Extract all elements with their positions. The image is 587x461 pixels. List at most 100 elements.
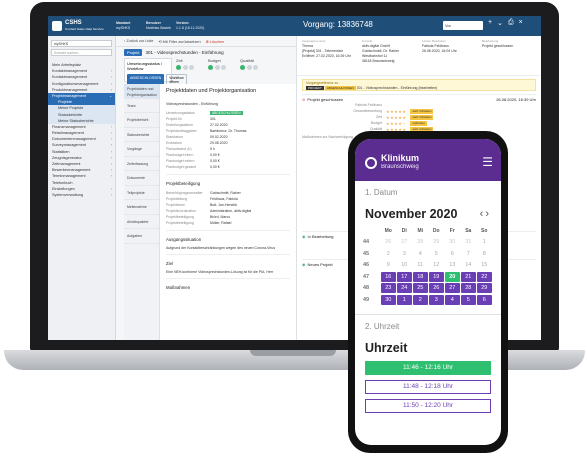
tab-projektbericht[interactable]: Projektbericht xyxy=(124,113,159,128)
calendar-day[interactable]: 19 xyxy=(429,271,444,282)
delete-button[interactable]: ⊗ Löschen xyxy=(206,39,225,44)
calendar-day[interactable]: 24 xyxy=(397,283,412,294)
calendar-day[interactable]: 21 xyxy=(461,271,476,282)
weekday-label: Sa xyxy=(465,227,472,234)
calendar-day: 8 xyxy=(482,250,486,257)
activity-author: Fabiola Feldhaus xyxy=(355,103,382,107)
laptop-notch xyxy=(250,350,336,356)
calendar-day-selected[interactable]: 20 xyxy=(445,271,460,282)
reset-filter-button[interactable]: ⟲ Mit Filter zurücksetzen xyxy=(158,39,200,44)
calendar-day[interactable]: 30 xyxy=(381,294,396,305)
calendar-day[interactable]: 22 xyxy=(477,271,492,282)
sidebar-item-system[interactable]: Systemverwaltung › xyxy=(48,192,115,198)
calendar-day[interactable]: 23 xyxy=(381,283,396,294)
time-title: Uhrzeit xyxy=(365,340,408,355)
mandant-info: Mandant mySHKS xyxy=(116,21,131,30)
tab-vorgaenge[interactable]: Vorgänge xyxy=(124,142,159,157)
chevron-down-icon[interactable]: ⌄ xyxy=(497,19,503,27)
calendar-grid: Mo Di Mi Do Fr Sa So 44 26 27 28 29 30 31 1 45 2 3 4 5 6 7 8 46… xyxy=(355,225,501,306)
weekday-label: Mo xyxy=(384,227,392,234)
calendar-day[interactable]: 16 xyxy=(381,271,396,282)
sidebar: mySHKS Kontakt suchen... Mein Arbeitspla… xyxy=(48,36,116,340)
time-slot-list: 11:46 - 12:16 Uhr 11:48 - 12:18 Uhr 11:50 … xyxy=(355,360,501,413)
calendar-week-row: 48 23 24 25 26 27 28 29 xyxy=(363,283,493,295)
calendar-day[interactable]: 25 xyxy=(413,283,428,294)
play-icon: ◉ xyxy=(302,234,306,239)
project-title: 301 - Videosprechstunden - Einführung xyxy=(145,49,224,55)
close-icon[interactable]: × xyxy=(519,19,523,27)
user-info: Benutzer Matthias Bastek xyxy=(146,21,171,30)
calendar-day[interactable]: 6 xyxy=(477,294,492,305)
weekday-label: Di xyxy=(401,227,407,234)
calendar-day: 13 xyxy=(449,262,456,269)
calendar-day: 5 xyxy=(434,250,438,257)
print-icon[interactable]: ⎙ xyxy=(508,19,514,27)
rating-row: Gesamtbewertung ★★★★★ sehr zufrieden xyxy=(353,109,434,114)
mandant-select[interactable]: mySHKS xyxy=(51,40,112,47)
week-number: 44 xyxy=(363,239,370,246)
tab-dokumente[interactable]: Dokumente xyxy=(124,171,159,186)
klinikum-logo[interactable]: Klinikum Braunschweig xyxy=(365,154,419,172)
calendar-day: 7 xyxy=(466,250,470,257)
section-title: Ziel xyxy=(166,261,173,266)
global-search-input[interactable]: Vor xyxy=(443,21,483,30)
tab-team[interactable]: Team xyxy=(124,99,159,113)
workflow-box: Umsetzungsstatus / Workflow ABGESCHLOSSE… xyxy=(124,58,187,86)
vorgang-meta: Vorgangsnummer Thema [Projekt] 301 - Telem… xyxy=(297,36,541,76)
app-topbar: CSHS Contact Sales Help Service Mandant my… xyxy=(48,16,541,36)
vorgang-title: Vorgang: 13836748 xyxy=(303,20,373,29)
calendar-day: 27 xyxy=(401,239,408,246)
tab-meilensteine[interactable]: Meilensteine xyxy=(124,200,159,215)
month-title: November 2020 xyxy=(365,207,458,221)
plus-icon[interactable]: + xyxy=(488,19,492,27)
calendar-day[interactable]: 18 xyxy=(413,271,428,282)
vorgang-reference[interactable]: Vorgangsreferenz zu PROJEKT ABGESCHLOSSE… xyxy=(302,79,536,91)
time-slot[interactable]: 11:50 - 12:20 Uhr xyxy=(365,398,491,413)
section-text: Eine NEH-konforme Videosprechstunden-Lös… xyxy=(166,270,274,274)
weekday-header: Mo Di Mi Do Fr Sa So xyxy=(363,225,493,237)
tab-aufgaben[interactable]: Aufgaben xyxy=(124,229,159,244)
calendar-day: 26 xyxy=(385,239,392,246)
calendar-day[interactable]: 2 xyxy=(413,294,428,305)
tab-projektdaten[interactable]: Projektdaten und Projektorganisation xyxy=(124,84,159,99)
week-number: 46 xyxy=(363,262,370,269)
calendar-day: 12 xyxy=(433,262,440,269)
calendar-day: 31 xyxy=(465,239,472,246)
time-slot[interactable]: 11:48 - 12:18 Uhr xyxy=(365,379,491,394)
calendar-day: 10 xyxy=(401,262,408,269)
app-logo[interactable]: CSHS Contact Sales Help Service xyxy=(48,16,116,36)
rating-row: Zeit ★★★★★ sehr zufrieden xyxy=(376,115,434,120)
calendar-day[interactable]: 3 xyxy=(429,294,444,305)
hamburger-menu-icon[interactable]: ☰ xyxy=(482,156,493,168)
calendar-day[interactable]: 17 xyxy=(397,271,412,282)
time-slot-selected[interactable]: 11:46 - 12:16 Uhr xyxy=(365,360,491,375)
phone-screen: Klinikum Braunschweig ☰ 1. Datum November… xyxy=(355,139,501,445)
back-to-list-button[interactable]: ‹ Zurück zur Liste xyxy=(124,39,153,43)
calendar-day[interactable]: 27 xyxy=(445,283,460,294)
klinikum-logo-icon xyxy=(365,157,377,169)
calendar-day[interactable]: 28 xyxy=(461,283,476,294)
project-content: Projektdaten und Projektorganisation Vid… xyxy=(160,84,296,340)
project-tabs: Projektdaten und Projektorganisation Tea… xyxy=(124,84,160,340)
workflow-title: Umsetzungsstatus / Workflow xyxy=(127,61,163,71)
calendar-day[interactable]: 26 xyxy=(429,283,444,294)
chevron-right-icon[interactable]: › xyxy=(485,208,491,220)
week-number: 49 xyxy=(363,296,370,303)
star-icons: ★★★★★ xyxy=(386,109,407,114)
calendar-week-row: 44 26 27 28 29 30 31 1 xyxy=(363,237,493,249)
brand-name: Klinikum xyxy=(381,153,420,163)
rating-row: Budget ★★★★☆ zufrieden xyxy=(370,121,427,126)
calendar-day[interactable]: 1 xyxy=(397,294,412,305)
calendar-day: 15 xyxy=(481,262,488,269)
calendar-day[interactable]: 4 xyxy=(445,294,460,305)
field-row: Planbudget gesamt 0,00 € xyxy=(166,165,220,169)
calendar-day[interactable]: 5 xyxy=(461,294,476,305)
tab-statusberichte[interactable]: Statusberichte xyxy=(124,128,159,142)
tab-teilprojekte[interactable]: Teilprojekte xyxy=(124,186,159,200)
participant-row: Projektbeteiligung Müller, Rafael xyxy=(166,221,232,225)
contact-search-input[interactable]: Kontakt suchen... xyxy=(51,49,112,56)
kpi-zeit: Zeit xyxy=(176,58,194,82)
tab-arbeitspakete[interactable]: Arbeitspakete xyxy=(124,215,159,229)
calendar-day[interactable]: 29 xyxy=(477,283,492,294)
tab-zeiterfassung[interactable]: Zeiterfassung xyxy=(124,157,159,171)
